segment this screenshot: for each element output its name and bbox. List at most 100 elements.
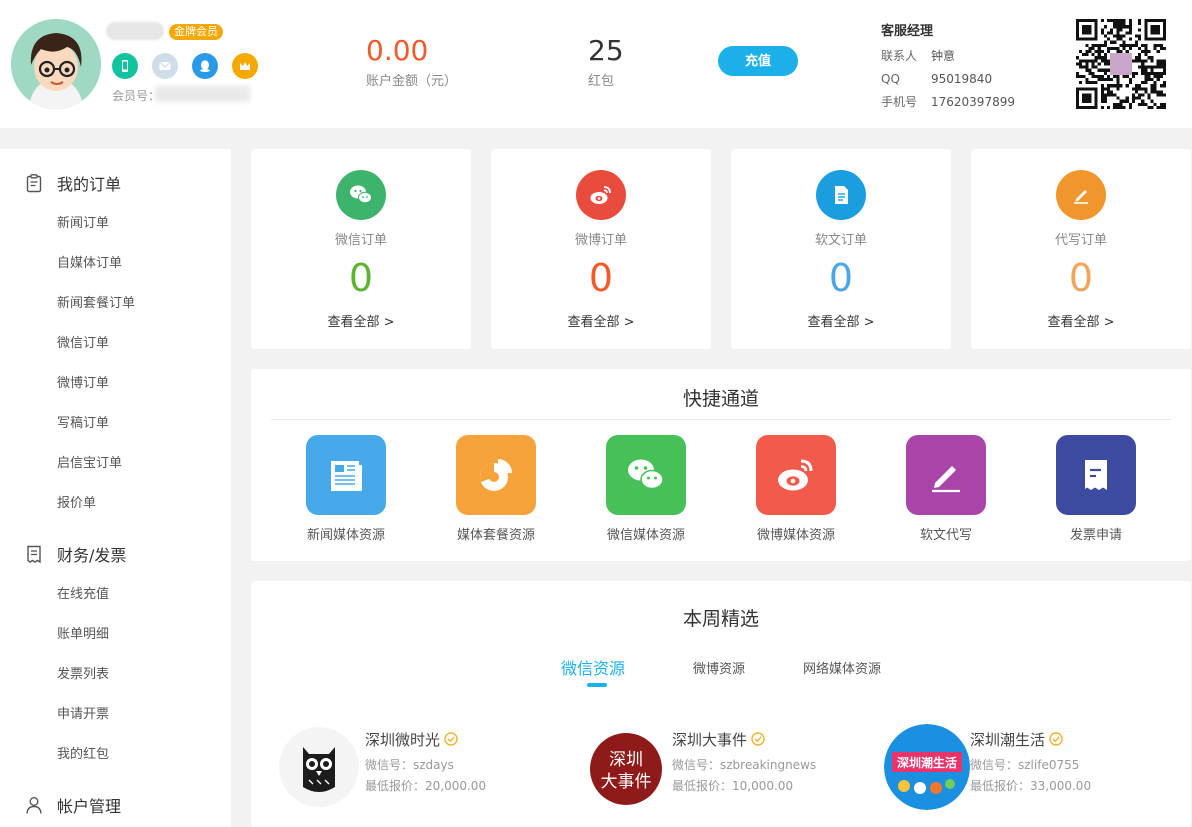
view-all-link[interactable]: 查看全部 > [731, 311, 951, 330]
resource-item[interactable]: 深圳 大事件 深圳大事件 微信号：szbreakingnews 最低报价：10,0… [586, 727, 886, 807]
sidebar-item-writing-orders[interactable]: 写稿订单 [57, 412, 109, 431]
sidebar-item-wechat-orders[interactable]: 微信订单 [57, 332, 109, 351]
sidebar-item-quotes[interactable]: 报价单 [57, 492, 96, 511]
quick-label: 新闻媒体资源 [306, 528, 385, 543]
quick-wechat-media[interactable]: 微信媒体资源 [586, 435, 706, 543]
resource-min-price: 最低报价：20,000.00 [365, 779, 487, 793]
tab-web-media-resources[interactable]: 网络媒体资源 [803, 658, 881, 677]
tab-weibo-resources[interactable]: 微博资源 [693, 658, 745, 677]
quick-label: 微博媒体资源 [756, 528, 835, 543]
order-card-article: 软文订单 0 查看全部 > [731, 149, 951, 349]
document-icon [816, 170, 866, 220]
redpack[interactable]: 25 红包 [588, 34, 624, 89]
sidebar-item-news-package-orders[interactable]: 新闻套餐订单 [57, 292, 135, 311]
resource-wechat-id: 微信号：szdays [365, 758, 454, 772]
order-card-name: 微博订单 [574, 233, 627, 248]
tab-wechat-resources[interactable]: 微信资源 [561, 655, 625, 679]
red-seal-logo-icon: 深圳 大事件 [586, 727, 666, 807]
order-card-ghostwriting: 代写订单 0 查看全部 > [971, 149, 1191, 349]
quick-channel-panel: 快捷通道 新闻媒体资源 媒体套餐资源 微信媒体资源 微博媒体资源 软文代写 发票… [251, 369, 1191, 561]
order-card-wechat: 微信订单 0 查看全部 > [251, 149, 471, 349]
quick-label: 媒体套餐资源 [456, 528, 535, 543]
sidebar-group-orders[interactable]: 我的订单 [24, 171, 121, 195]
verified-icon [1049, 732, 1063, 746]
order-count: 0 [1068, 256, 1094, 300]
resource-item[interactable]: 深圳潮生活 深圳潮生活 微信号：szlife0755 最低报价：33,000.0… [884, 724, 1184, 810]
sidebar-item-qixinbao-orders[interactable]: 启信宝订单 [57, 452, 122, 471]
receipt-icon [27, 545, 41, 564]
redpack-count: 25 [588, 34, 624, 67]
quick-label: 软文代写 [919, 528, 972, 543]
sidebar-group-finance[interactable]: 财务/发票 [24, 542, 126, 566]
service-row: QQ 95019840 [881, 72, 993, 86]
member-number-blurred [155, 86, 250, 102]
quick-news-media[interactable]: 新闻媒体资源 [286, 435, 406, 543]
sidebar-group-account[interactable]: 帐户管理 [24, 793, 121, 817]
order-card-name: 微信订单 [334, 233, 387, 248]
sidebar-item-apply-invoice[interactable]: 申请开票 [57, 703, 109, 722]
weibo-icon [576, 170, 626, 220]
quick-ghostwriting[interactable]: 软文代写 [886, 435, 1006, 543]
email-icon[interactable] [152, 53, 178, 79]
clipboard-icon [26, 174, 42, 193]
quick-invoice-apply[interactable]: 发票申请 [1036, 435, 1156, 543]
phone-icon[interactable] [112, 53, 138, 79]
sidebar-item-weibo-orders[interactable]: 微博订单 [57, 372, 109, 391]
recharge-button[interactable]: 充值 [718, 46, 798, 76]
sidebar-item-bill-details[interactable]: 账单明细 [57, 623, 109, 642]
sidebar-item-self-media-orders[interactable]: 自媒体订单 [57, 252, 122, 271]
qq-icon[interactable] [192, 53, 218, 79]
view-all-link[interactable]: 查看全部 > [491, 311, 711, 330]
order-count: 0 [588, 256, 614, 300]
wechat-icon [336, 170, 386, 220]
quick-weibo-media[interactable]: 微博媒体资源 [736, 435, 856, 543]
order-card-name: 软文订单 [814, 233, 867, 248]
svg-text:深圳: 深圳 [609, 750, 643, 770]
order-count: 0 [828, 256, 854, 300]
newspaper-icon [306, 435, 386, 515]
owl-logo-icon [279, 727, 359, 807]
username-blurred [106, 22, 164, 40]
balance-label: 账户金额（元） [366, 74, 458, 89]
resource-name: 深圳微时光 [365, 729, 458, 750]
customer-service-manager: 客服经理 联系人 钟意 QQ 95019840 手机号 17620397899 [881, 20, 1015, 114]
blue-circle-logo-icon: 深圳潮生活 [884, 724, 970, 810]
resource-tabs: 微信资源 微博资源 网络媒体资源 [251, 655, 1191, 691]
quick-channel-title: 快捷通道 [682, 388, 759, 410]
sidebar-item-invoice-list[interactable]: 发票列表 [57, 663, 109, 682]
quick-label: 微信媒体资源 [606, 528, 685, 543]
profile-header: 金牌会员 会员号： 0.00 账户金额（元） 25 红包 充值 客服经理 联系人… [0, 0, 1192, 128]
divider [271, 419, 1171, 420]
view-all-link[interactable]: 查看全部 > [251, 311, 471, 330]
svg-text:大事件: 大事件 [601, 772, 652, 792]
pie-chart-icon [456, 435, 536, 515]
weekly-picks-panel: 本周精选 微信资源 微博资源 网络媒体资源 深圳微时光 微信号：szdays 最… [251, 581, 1191, 827]
resource-name: 深圳潮生活 [970, 729, 1063, 750]
resource-wechat-id: 微信号：szbreakingnews [672, 758, 817, 772]
balance-value: 0.00 [366, 34, 429, 67]
quick-media-package[interactable]: 媒体套餐资源 [436, 435, 556, 543]
redpack-label: 红包 [588, 74, 615, 89]
member-level-badge: 金牌会员 [169, 24, 223, 40]
order-card-name: 代写订单 [1054, 233, 1107, 248]
order-card-weibo: 微博订单 0 查看全部 > [491, 149, 711, 349]
sidebar-item-online-recharge[interactable]: 在线充值 [57, 583, 109, 602]
resource-item[interactable]: 深圳微时光 微信号：szdays 最低报价：20,000.00 [279, 727, 579, 807]
active-tab-indicator [587, 683, 607, 687]
service-row: 联系人 钟意 [881, 49, 956, 63]
pencil-icon [1056, 170, 1106, 220]
view-all-link[interactable]: 查看全部 > [971, 311, 1191, 330]
avatar[interactable] [11, 19, 101, 109]
verified-icon [751, 732, 765, 746]
wechat-icon [606, 435, 686, 515]
weekly-picks-title: 本周精选 [682, 608, 759, 630]
qr-code-icon [1076, 19, 1166, 109]
account-bind-icons [112, 53, 258, 79]
weibo-icon [756, 435, 836, 515]
sidebar-item-news-orders[interactable]: 新闻订单 [57, 212, 109, 231]
resource-min-price: 最低报价：33,000.00 [970, 779, 1092, 793]
sidebar-item-my-redpacks[interactable]: 我的红包 [57, 743, 109, 762]
invoice-icon [1056, 435, 1136, 515]
quick-label: 发票申请 [1069, 528, 1122, 543]
crown-icon[interactable] [232, 53, 258, 79]
